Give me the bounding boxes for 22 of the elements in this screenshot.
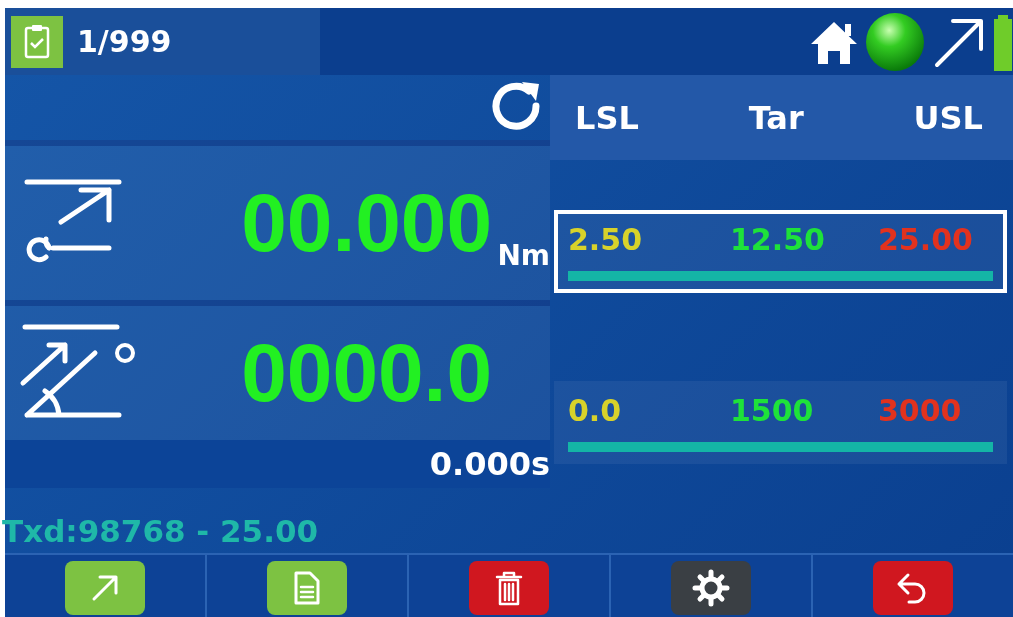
status-light-icon	[865, 11, 925, 72]
column-header: Tar	[748, 98, 804, 137]
trash-button[interactable]	[469, 561, 549, 615]
angle-value: 0000.0	[241, 326, 492, 420]
limits-panel[interactable]: 0.0 1500 3000	[554, 381, 1007, 464]
counter-text: 1/999	[77, 24, 172, 59]
limits-panel[interactable]: 2.50 12.50 25.00	[554, 210, 1007, 293]
settings-icon	[692, 569, 730, 607]
upper-limit: 3000	[878, 393, 962, 428]
target-value: 1500	[730, 393, 815, 428]
column-header: LSL	[575, 98, 639, 137]
unit-label: Nm	[497, 239, 550, 272]
time-value: 0.000s	[429, 445, 550, 483]
upper-limit: 25.00	[878, 222, 973, 257]
torque-value: 00.000	[241, 176, 492, 270]
back-button[interactable]	[873, 561, 953, 615]
battery-icon	[993, 12, 1013, 71]
lower-limit: 2.50	[568, 222, 644, 257]
column-header: USL	[913, 98, 983, 137]
lower-limit: 0.0	[568, 393, 623, 428]
settings-button[interactable]	[671, 561, 751, 615]
target-value: 12.50	[730, 222, 826, 257]
